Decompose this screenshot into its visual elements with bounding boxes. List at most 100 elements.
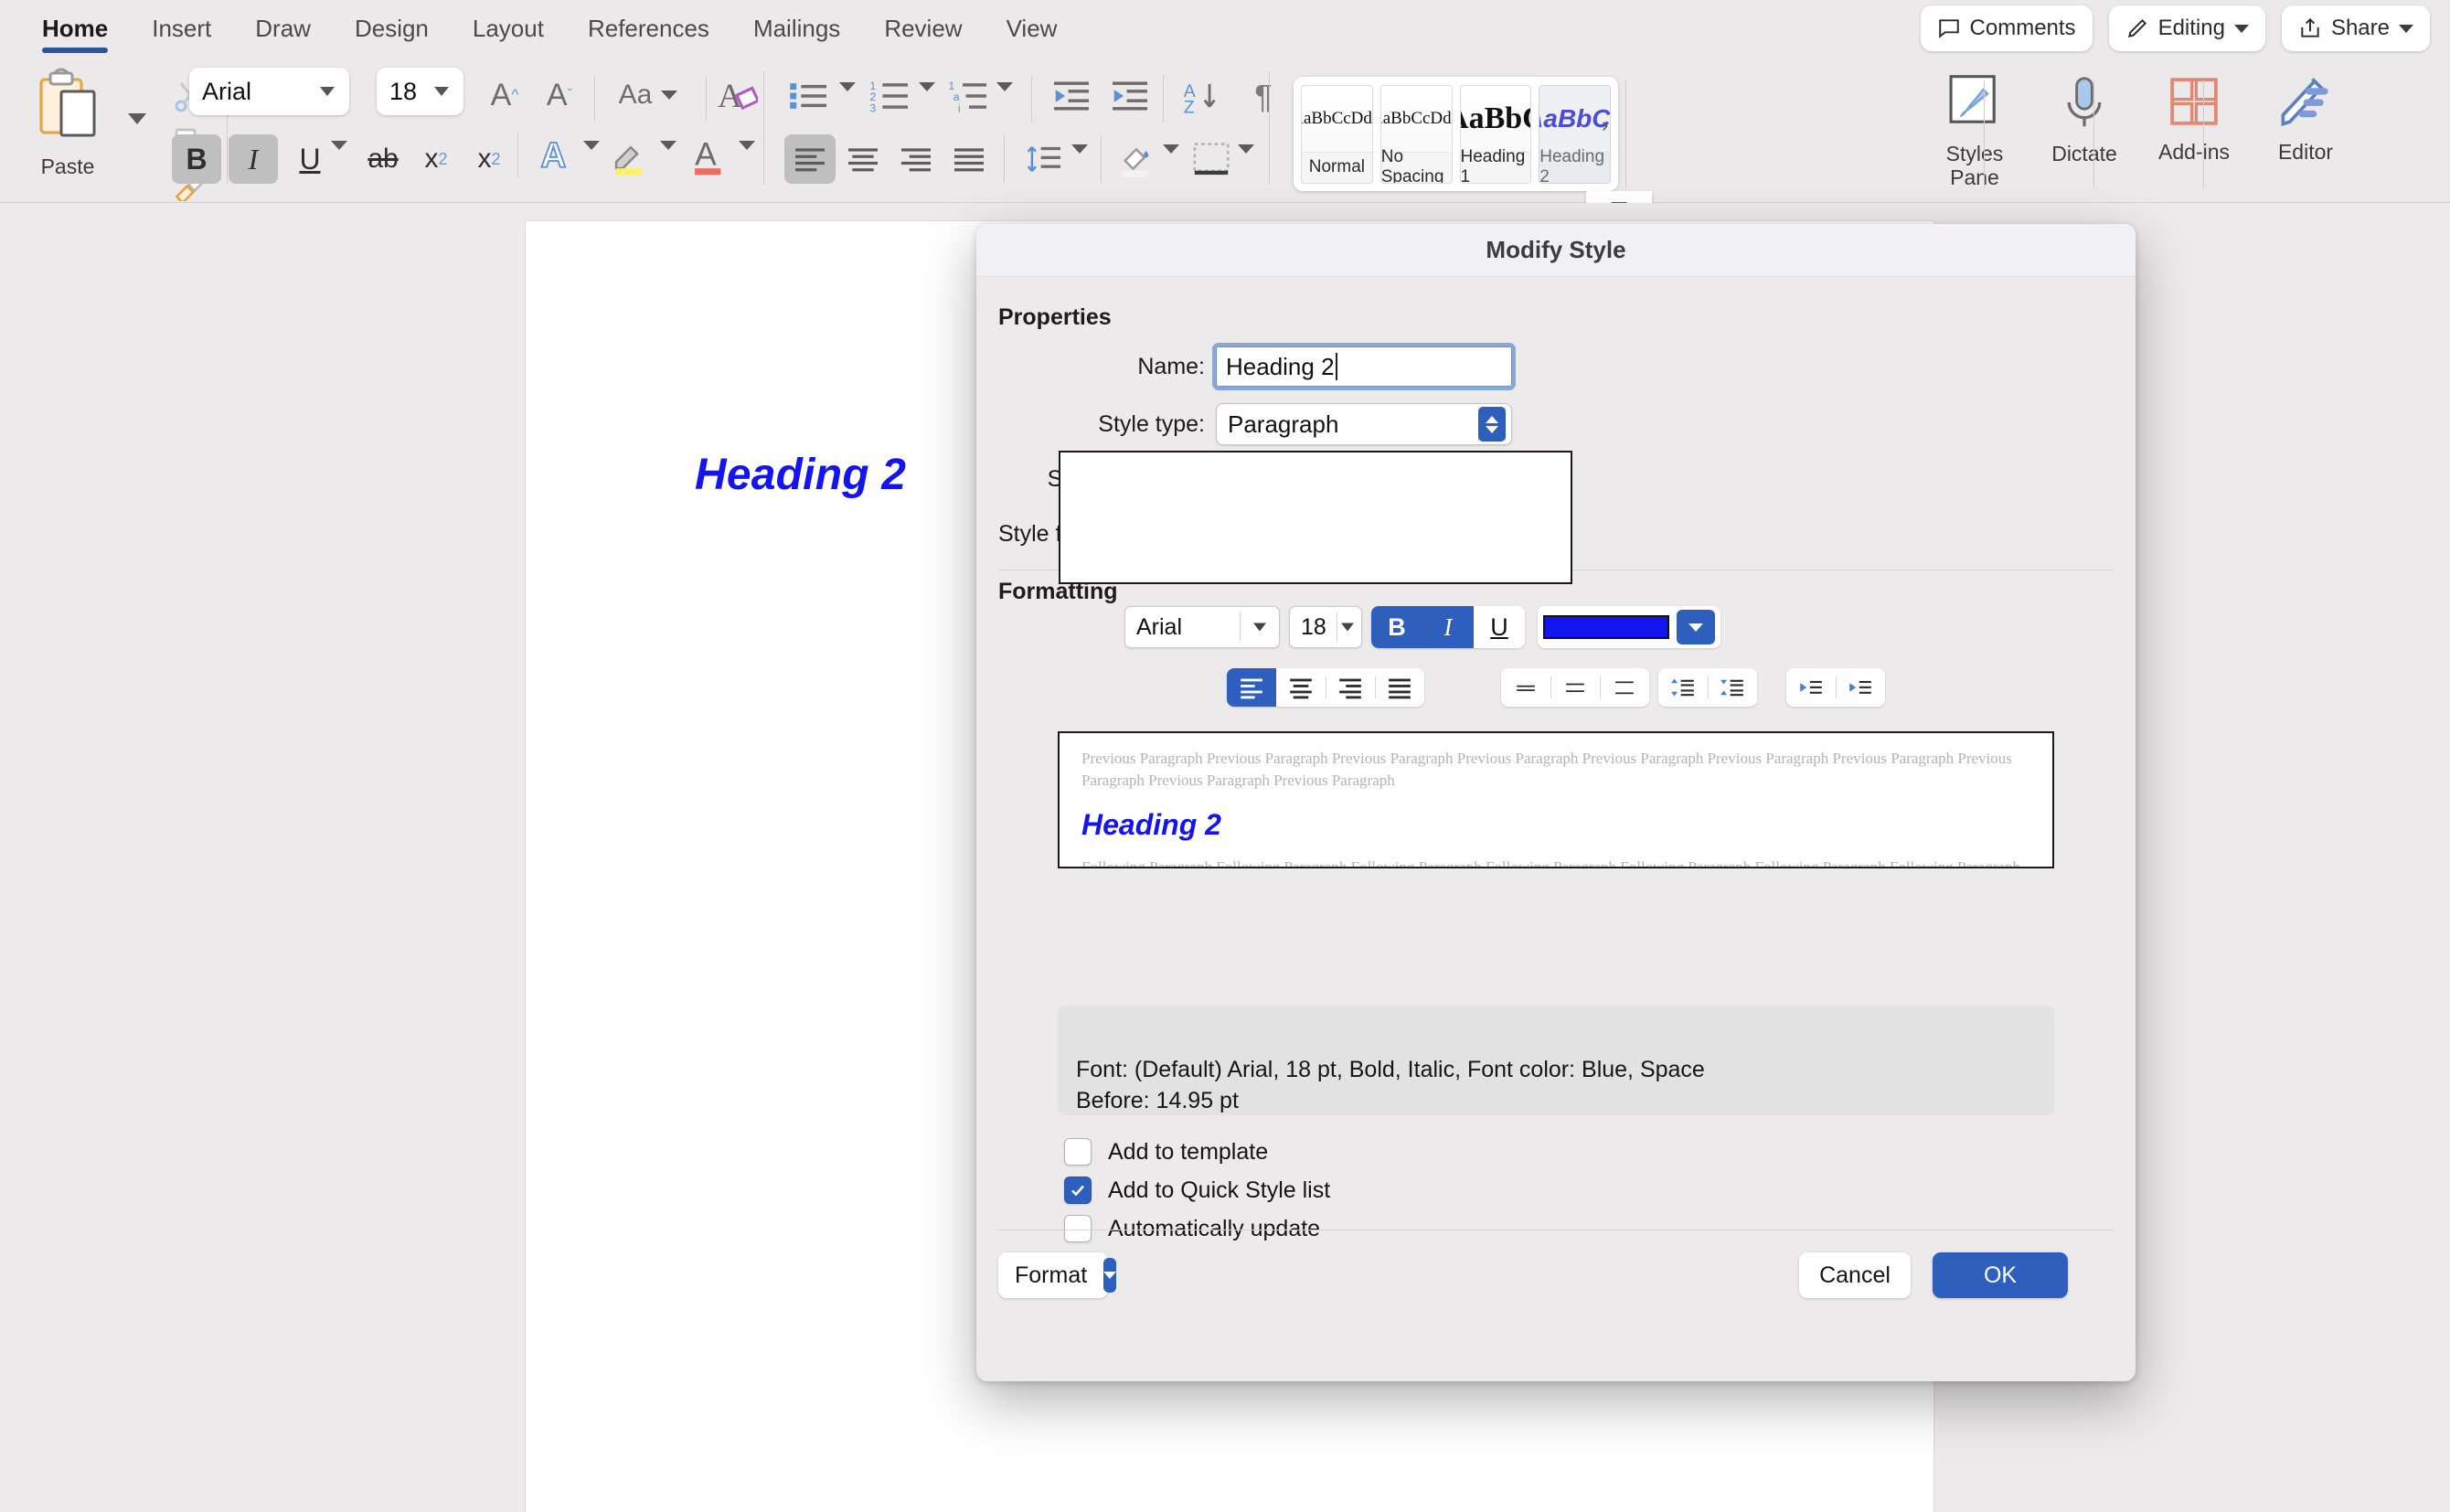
dictate-button[interactable]: Dictate <box>2029 71 2139 166</box>
line-spacing-icon[interactable] <box>1017 134 1071 184</box>
tab-layout[interactable]: Layout <box>451 0 566 57</box>
align-justify-button[interactable] <box>943 134 995 184</box>
format-menu-button[interactable]: Format <box>998 1252 1117 1298</box>
clear-formatting-icon[interactable]: A <box>713 75 762 117</box>
tab-label: Design <box>354 14 429 42</box>
tab-view[interactable]: View <box>985 0 1080 57</box>
format-align-right-button[interactable] <box>1326 668 1375 707</box>
bullet-list-icon[interactable] <box>782 73 836 119</box>
increase-space-after-button[interactable] <box>1708 668 1757 707</box>
tab-home[interactable]: Home <box>20 0 130 57</box>
show-marks-icon[interactable]: ¶ <box>1236 73 1291 121</box>
font-color-chevron-icon[interactable] <box>739 141 755 150</box>
font-color-icon[interactable]: A <box>684 130 735 181</box>
decrease-space-before-button[interactable] <box>1658 668 1708 707</box>
format-align-left-button[interactable] <box>1227 668 1276 707</box>
share-button[interactable]: Share <box>2281 5 2430 51</box>
style-item-heading-1[interactable]: AaBbC Heading 1 <box>1459 84 1532 184</box>
text-effects-icon[interactable]: A <box>530 130 581 181</box>
group-divider <box>763 71 764 185</box>
decrease-indent-icon[interactable] <box>1044 73 1099 119</box>
highlight-icon[interactable] <box>605 130 656 181</box>
format-font-size-combo[interactable]: 18 <box>1289 606 1362 648</box>
option-add-to-template[interactable]: Add to template <box>1064 1138 1330 1166</box>
styles-pane-button[interactable]: Styles Pane <box>1920 71 2029 190</box>
add-to-quick-style-list-checkbox[interactable] <box>1064 1177 1092 1204</box>
italic-button[interactable]: I <box>229 134 278 184</box>
bold-button[interactable]: B <box>172 134 221 184</box>
style-preview-text: AaBbCcDdE <box>1302 108 1372 128</box>
color-dropdown-button[interactable] <box>1677 610 1715 644</box>
editor-button[interactable]: Editor <box>2251 71 2360 165</box>
style-type-select[interactable]: Paragraph <box>1216 403 1512 445</box>
automatically-update-checkbox[interactable] <box>1064 1215 1092 1242</box>
bullet-chevron-icon[interactable] <box>839 82 856 91</box>
option-automatically-update[interactable]: Automatically update <box>1064 1215 1330 1242</box>
shading-chevron-icon[interactable] <box>1163 144 1179 154</box>
underline-label: U <box>299 142 321 176</box>
increase-indent-icon[interactable] <box>1102 73 1157 119</box>
borders-icon[interactable] <box>1185 134 1238 184</box>
style-name: Normal <box>1302 151 1372 183</box>
ok-button[interactable]: OK <box>1933 1252 2068 1298</box>
tab-review[interactable]: Review <box>862 0 984 57</box>
paste-button[interactable]: Paste <box>13 68 122 188</box>
format-bold-button[interactable]: B <box>1371 606 1422 648</box>
multilevel-list-icon[interactable]: 1ai <box>942 73 996 119</box>
format-align-justify-button[interactable] <box>1375 668 1424 707</box>
comments-button[interactable]: Comments <box>1920 5 2093 51</box>
shrink-font-icon[interactable]: Aˇ <box>538 75 581 115</box>
tab-insert[interactable]: Insert <box>130 0 233 57</box>
style-item-heading-2[interactable]: AaBbCc Heading 2 <box>1539 84 1611 184</box>
styles-gallery[interactable]: AaBbCcDdE Normal AaBbCcDdE No Spacing Aa… <box>1294 77 1618 191</box>
superscript-button[interactable]: x2 <box>464 134 514 184</box>
line-spacing-1-5-button[interactable] <box>1550 668 1600 707</box>
tab-references[interactable]: References <box>566 0 731 57</box>
strikethrough-button[interactable]: ab <box>358 134 408 184</box>
font-name-combo[interactable]: Arial <box>189 68 349 115</box>
addins-button[interactable]: Add-ins <box>2139 71 2249 165</box>
text-effects-chevron-icon[interactable] <box>583 141 600 150</box>
format-underline-button[interactable]: U <box>1474 606 1525 648</box>
style-name-input[interactable]: Heading 2 <box>1212 343 1516 390</box>
add-to-template-checkbox[interactable] <box>1064 1138 1092 1166</box>
subscript-button[interactable]: x2 <box>411 134 461 184</box>
change-case-icon[interactable]: Aa <box>607 75 689 115</box>
document-heading-text[interactable]: Heading 2 <box>695 450 906 500</box>
paste-options-chevron-icon[interactable] <box>128 113 146 124</box>
sort-icon[interactable]: AZ <box>1176 73 1230 121</box>
styles-gallery-more-icon[interactable]: › <box>1602 113 1608 137</box>
format-align-center-button[interactable] <box>1276 668 1326 707</box>
format-italic-button[interactable]: I <box>1422 606 1474 648</box>
underline-chevron-icon[interactable] <box>331 141 347 150</box>
editing-button[interactable]: Editing <box>2108 5 2265 51</box>
grow-font-icon[interactable]: A ^ <box>483 75 527 115</box>
multilevel-chevron-icon[interactable] <box>996 82 1013 91</box>
font-color-picker[interactable] <box>1538 606 1720 648</box>
subscript-label: x <box>424 144 439 174</box>
option-add-to-quick-style-list[interactable]: Add to Quick Style list <box>1064 1177 1330 1204</box>
numbered-list-icon[interactable]: 123 <box>863 73 918 119</box>
tab-mailings[interactable]: Mailings <box>731 0 862 57</box>
align-center-button[interactable] <box>837 134 889 184</box>
shading-icon[interactable] <box>1110 134 1163 184</box>
numbered-chevron-icon[interactable] <box>919 82 935 91</box>
italic-label: I <box>1443 612 1453 641</box>
align-right-button[interactable] <box>890 134 942 184</box>
tab-design[interactable]: Design <box>333 0 451 57</box>
align-left-button[interactable] <box>784 134 836 184</box>
font-size-combo[interactable]: 18 <box>377 68 463 115</box>
line-spacing-single-button[interactable] <box>1501 668 1550 707</box>
underline-button[interactable]: U <box>285 134 335 184</box>
line-spacing-double-button[interactable] <box>1600 668 1649 707</box>
style-item-normal[interactable]: AaBbCcDdE Normal <box>1301 84 1373 184</box>
format-font-name-combo[interactable]: Arial <box>1124 606 1280 648</box>
style-item-no-spacing[interactable]: AaBbCcDdE No Spacing <box>1379 84 1453 184</box>
borders-chevron-icon[interactable] <box>1238 144 1254 154</box>
line-spacing-chevron-icon[interactable] <box>1071 144 1088 154</box>
format-increase-indent-button[interactable] <box>1836 668 1885 707</box>
cancel-button[interactable]: Cancel <box>1799 1252 1911 1298</box>
highlight-chevron-icon[interactable] <box>660 141 676 150</box>
format-decrease-indent-button[interactable] <box>1786 668 1836 707</box>
tab-draw[interactable]: Draw <box>233 0 333 57</box>
